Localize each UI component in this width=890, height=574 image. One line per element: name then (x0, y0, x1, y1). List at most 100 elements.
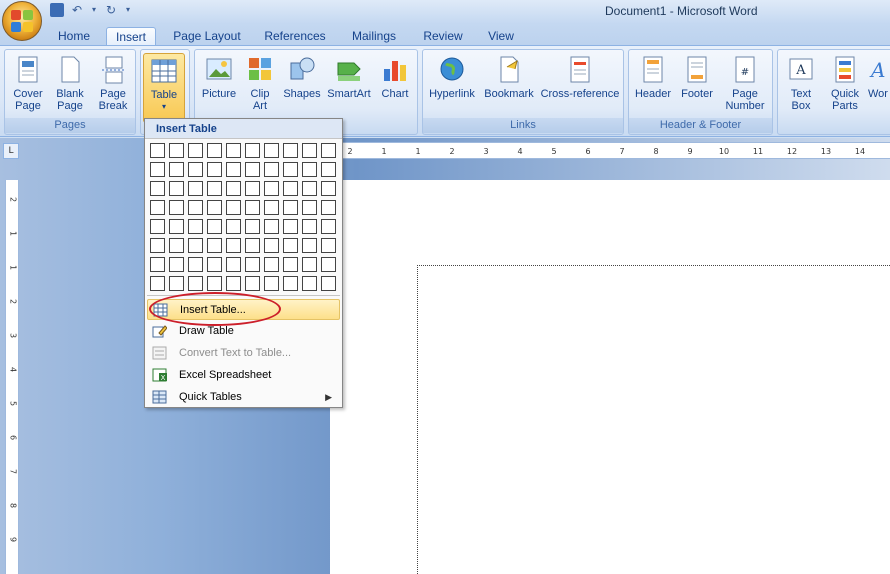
hyperlink-button[interactable]: Hyperlink (425, 53, 479, 117)
quick-parts-button[interactable]: Quick Parts (824, 53, 866, 117)
table-grid-cell[interactable] (283, 143, 298, 158)
table-grid-cell[interactable] (207, 238, 222, 253)
table-grid-cell[interactable] (283, 181, 298, 196)
table-grid-cell[interactable] (302, 200, 317, 215)
table-grid-cell[interactable] (188, 162, 203, 177)
undo-icon[interactable]: ↶ (70, 3, 84, 17)
tab-references[interactable]: References (258, 27, 332, 46)
table-grid-cell[interactable] (226, 143, 241, 158)
table-grid-cell[interactable] (188, 276, 203, 291)
table-grid-cell[interactable] (321, 143, 336, 158)
blank-page-button[interactable]: Blank Page (51, 53, 89, 117)
picture-button[interactable]: Picture (197, 53, 241, 117)
table-grid-cell[interactable] (264, 143, 279, 158)
table-grid-cell[interactable] (302, 238, 317, 253)
table-grid-cell[interactable] (264, 238, 279, 253)
table-grid-cell[interactable] (226, 162, 241, 177)
bookmark-button[interactable]: Bookmark (481, 53, 537, 117)
tab-home[interactable]: Home (52, 27, 96, 46)
table-grid-cell[interactable] (207, 257, 222, 272)
table-grid-cell[interactable] (169, 181, 184, 196)
table-grid-cell[interactable] (169, 276, 184, 291)
table-grid-cell[interactable] (283, 200, 298, 215)
table-grid-cell[interactable] (150, 238, 165, 253)
table-grid-cell[interactable] (150, 257, 165, 272)
table-grid-cell[interactable] (264, 200, 279, 215)
table-grid-cell[interactable] (188, 257, 203, 272)
table-grid-cell[interactable] (188, 219, 203, 234)
table-grid-cell[interactable] (226, 276, 241, 291)
table-grid-cell[interactable] (245, 162, 260, 177)
table-grid-cell[interactable] (150, 181, 165, 196)
clip-art-button[interactable]: Clip Art (243, 53, 277, 117)
table-grid-cell[interactable] (245, 276, 260, 291)
table-grid-cell[interactable] (321, 238, 336, 253)
table-grid-cell[interactable] (302, 162, 317, 177)
table-grid-cell[interactable] (188, 143, 203, 158)
table-grid-cell[interactable] (283, 276, 298, 291)
table-grid-cell[interactable] (188, 181, 203, 196)
table-grid-cell[interactable] (245, 200, 260, 215)
table-grid-cell[interactable] (150, 219, 165, 234)
tab-mailings[interactable]: Mailings (344, 27, 404, 46)
table-grid-cell[interactable] (245, 257, 260, 272)
tab-page-layout[interactable]: Page Layout (168, 27, 246, 46)
table-grid-cell[interactable] (264, 162, 279, 177)
page-break-button[interactable]: Page Break (93, 53, 133, 117)
table-grid-cell[interactable] (321, 219, 336, 234)
table-grid-cell[interactable] (321, 162, 336, 177)
table-grid-cell[interactable] (188, 238, 203, 253)
undo-dropdown-icon[interactable]: ▾ (90, 3, 98, 17)
table-grid-cell[interactable] (226, 238, 241, 253)
table-grid-cell[interactable] (150, 200, 165, 215)
table-grid-cell[interactable] (245, 219, 260, 234)
convert-text-to-table-menu-item[interactable]: Convert Text to Table... (147, 343, 340, 364)
redo-icon[interactable]: ↻ (104, 3, 118, 17)
table-grid-cell[interactable] (302, 276, 317, 291)
table-grid-cell[interactable] (207, 181, 222, 196)
table-grid-cell[interactable] (150, 143, 165, 158)
quick-tables-menu-item[interactable]: Quick Tables ▶ (147, 387, 340, 408)
table-grid-cell[interactable] (169, 200, 184, 215)
table-grid-cell[interactable] (264, 257, 279, 272)
table-grid-cell[interactable] (169, 162, 184, 177)
table-grid-cell[interactable] (321, 257, 336, 272)
table-grid-cell[interactable] (169, 219, 184, 234)
table-grid-cell[interactable] (264, 181, 279, 196)
wordart-button[interactable]: A Wor (868, 53, 890, 117)
table-grid-cell[interactable] (283, 162, 298, 177)
table-grid-cell[interactable] (283, 257, 298, 272)
table-grid-cell[interactable] (321, 276, 336, 291)
table-grid-cell[interactable] (226, 181, 241, 196)
table-grid-cell[interactable] (302, 143, 317, 158)
table-grid-cell[interactable] (226, 219, 241, 234)
table-grid-cell[interactable] (321, 181, 336, 196)
header-button[interactable]: Header (631, 53, 675, 117)
table-size-grid[interactable] (150, 143, 340, 293)
table-button[interactable]: Table ▾ (143, 53, 185, 123)
table-grid-cell[interactable] (169, 257, 184, 272)
tab-review[interactable]: Review (418, 27, 468, 46)
table-grid-cell[interactable] (245, 143, 260, 158)
table-grid-cell[interactable] (207, 162, 222, 177)
table-grid-cell[interactable] (283, 219, 298, 234)
table-grid-cell[interactable] (245, 238, 260, 253)
table-grid-cell[interactable] (207, 200, 222, 215)
cover-page-button[interactable]: Cover Page (7, 53, 49, 117)
footer-button[interactable]: Footer (677, 53, 717, 117)
vertical-ruler[interactable]: 2 1 1 2 3 4 5 6 7 8 9 (5, 180, 19, 574)
horizontal-ruler[interactable]: 2 1 1 2 3 4 5 6 7 8 9 10 11 12 13 14 (330, 142, 890, 159)
table-grid-cell[interactable] (207, 143, 222, 158)
table-grid-cell[interactable] (302, 257, 317, 272)
table-grid-cell[interactable] (207, 276, 222, 291)
table-grid-cell[interactable] (283, 238, 298, 253)
chart-button[interactable]: Chart (375, 53, 415, 117)
table-grid-cell[interactable] (321, 200, 336, 215)
shapes-button[interactable]: Shapes (281, 53, 323, 117)
text-box-button[interactable]: A Text Box (780, 53, 822, 117)
table-grid-cell[interactable] (226, 257, 241, 272)
table-grid-cell[interactable] (207, 219, 222, 234)
customize-toolbar-icon[interactable]: ▾ (124, 3, 132, 17)
excel-spreadsheet-menu-item[interactable]: X Excel Spreadsheet (147, 365, 340, 386)
table-grid-cell[interactable] (150, 162, 165, 177)
